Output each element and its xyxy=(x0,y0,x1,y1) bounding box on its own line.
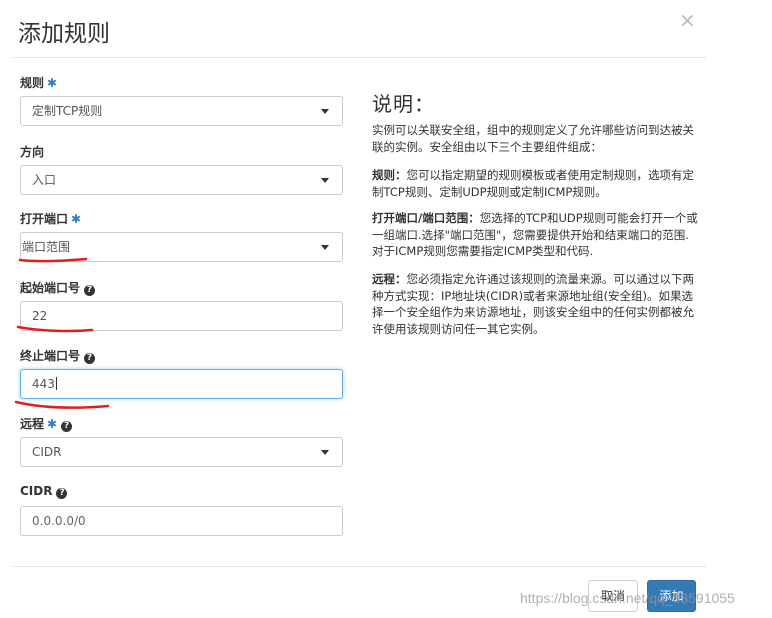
open-port-select[interactable]: 端口范围 xyxy=(20,232,343,262)
text-cursor xyxy=(55,377,57,390)
cancel-button[interactable]: 取消 xyxy=(588,580,638,612)
to-port-label: 终止端口号? xyxy=(20,347,96,364)
required-icon: ✱ xyxy=(47,76,58,90)
chevron-down-icon xyxy=(321,245,329,250)
required-icon: ✱ xyxy=(71,212,82,226)
description-port: 打开端口/端口范围：您选择的TCP和UDP规则可能会打开一个或一组端口.选择"端… xyxy=(372,211,698,258)
cidr-input[interactable]: 0.0.0.0/0 xyxy=(20,506,343,536)
modal-title: 添加规则 xyxy=(18,21,110,47)
help-icon[interactable]: ? xyxy=(84,353,96,364)
description-title: 说明： xyxy=(372,92,435,116)
rule-select[interactable]: 定制TCP规则 xyxy=(20,96,343,126)
direction-select[interactable]: 入口 xyxy=(20,165,343,195)
rule-label: 规则 ✱ xyxy=(20,76,58,90)
cidr-input-placeholder: 0.0.0.0/0 xyxy=(32,514,86,528)
open-port-label: 打开端口 ✱ xyxy=(20,212,82,226)
direction-select-value: 入口 xyxy=(32,173,57,187)
rule-select-value: 定制TCP规则 xyxy=(32,104,103,118)
description-rule: 规则：您可以指定期望的规则模板或者使用定制规则，选项有定制TCP规则、定制UDP… xyxy=(372,168,694,199)
remote-label: 远程 ✱? xyxy=(20,415,73,432)
help-icon[interactable]: ? xyxy=(56,488,68,499)
to-port-input[interactable]: 443 xyxy=(20,369,343,399)
direction-label: 方向 xyxy=(20,145,45,159)
close-icon[interactable]: × xyxy=(679,10,696,30)
remote-select[interactable]: CIDR xyxy=(20,437,343,467)
footer-divider xyxy=(12,566,706,567)
chevron-down-icon xyxy=(321,450,329,455)
description-remote: 远程：您必须指定允许通过该规则的流量来源。可以通过以下两种方式实现：IP地址块(… xyxy=(372,272,694,336)
header-divider xyxy=(12,57,706,58)
open-port-select-value: 端口范围 xyxy=(22,240,71,254)
help-icon[interactable]: ? xyxy=(84,285,96,296)
description-intro: 实例可以关联安全组，组中的规则定义了允许哪些访问到达被关联的实例。安全组由以下三… xyxy=(372,123,694,154)
chevron-down-icon xyxy=(321,178,329,183)
required-icon: ✱ xyxy=(47,417,58,431)
help-icon[interactable]: ? xyxy=(61,421,73,432)
from-port-input-value: 22 xyxy=(32,309,48,323)
from-port-label: 起始端口号? xyxy=(20,279,96,296)
remote-select-value: CIDR xyxy=(32,445,62,459)
chevron-down-icon xyxy=(321,109,329,114)
add-button[interactable]: 添加 xyxy=(647,580,696,612)
to-port-input-value: 443 xyxy=(32,377,55,391)
from-port-input[interactable]: 22 xyxy=(20,301,343,331)
cidr-label: CIDR? xyxy=(20,484,68,499)
